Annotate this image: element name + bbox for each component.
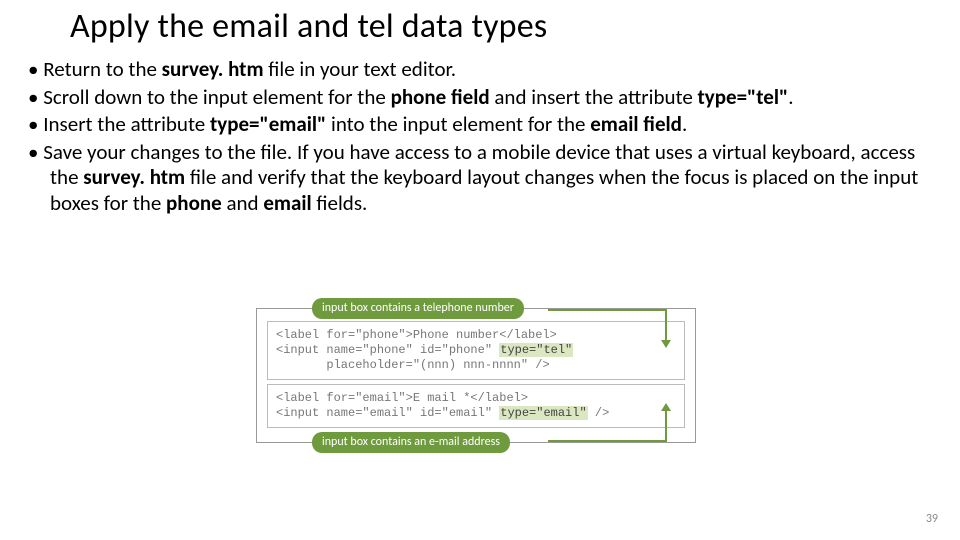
- text: and insert the attribute: [490, 84, 698, 110]
- code-line: <label for="email">E mail *</label>: [276, 391, 528, 405]
- bold-text: type="email": [210, 111, 326, 137]
- arrow-top-icon: [546, 302, 686, 348]
- bold-text: survey. htm: [83, 164, 185, 190]
- bold-text: type="tel": [698, 84, 789, 110]
- bold-text: phone field: [391, 84, 490, 110]
- text: fields.: [312, 190, 368, 216]
- text: Insert the attribute: [43, 111, 210, 137]
- code-line: placeholder="(nnn) nnn-nnnn" />: [276, 358, 550, 372]
- list-item: Return to the survey. htm file in your t…: [28, 57, 932, 83]
- text: .: [788, 84, 793, 110]
- slide: Apply the email and tel data types Retur…: [0, 0, 960, 540]
- list-item: Save your changes to the file. If you ha…: [28, 140, 932, 217]
- list-item: Scroll down to the input element for the…: [28, 85, 932, 111]
- bold-text: survey. htm: [162, 56, 264, 82]
- text: into the input element for the: [326, 111, 590, 137]
- bullet-list: Return to the survey. htm file in your t…: [24, 57, 936, 217]
- callout-top: input box contains a telephone number: [312, 298, 524, 319]
- text: file in your text editor.: [264, 56, 457, 82]
- text: and: [222, 190, 264, 216]
- code-line: <label for="phone">Phone number</label>: [276, 328, 557, 342]
- list-item: Insert the attribute type="email" into t…: [28, 112, 932, 138]
- code-line: <input name="email" id="email": [276, 406, 499, 420]
- text: Scroll down to the input element for the: [43, 84, 390, 110]
- bold-text: phone: [166, 190, 222, 216]
- bold-text: email field: [590, 111, 682, 137]
- text: Return to the: [43, 56, 161, 82]
- callout-bottom: input box contains an e-mail address: [312, 432, 510, 453]
- arrow-bottom-icon: [546, 403, 686, 449]
- code-figure: input box contains a telephone number <l…: [256, 308, 696, 443]
- bold-text: email: [263, 190, 311, 216]
- text: .: [682, 111, 687, 137]
- slide-title: Apply the email and tel data types: [70, 6, 936, 47]
- page-number: 39: [926, 512, 938, 526]
- code-line: <input name="phone" id="phone": [276, 343, 499, 357]
